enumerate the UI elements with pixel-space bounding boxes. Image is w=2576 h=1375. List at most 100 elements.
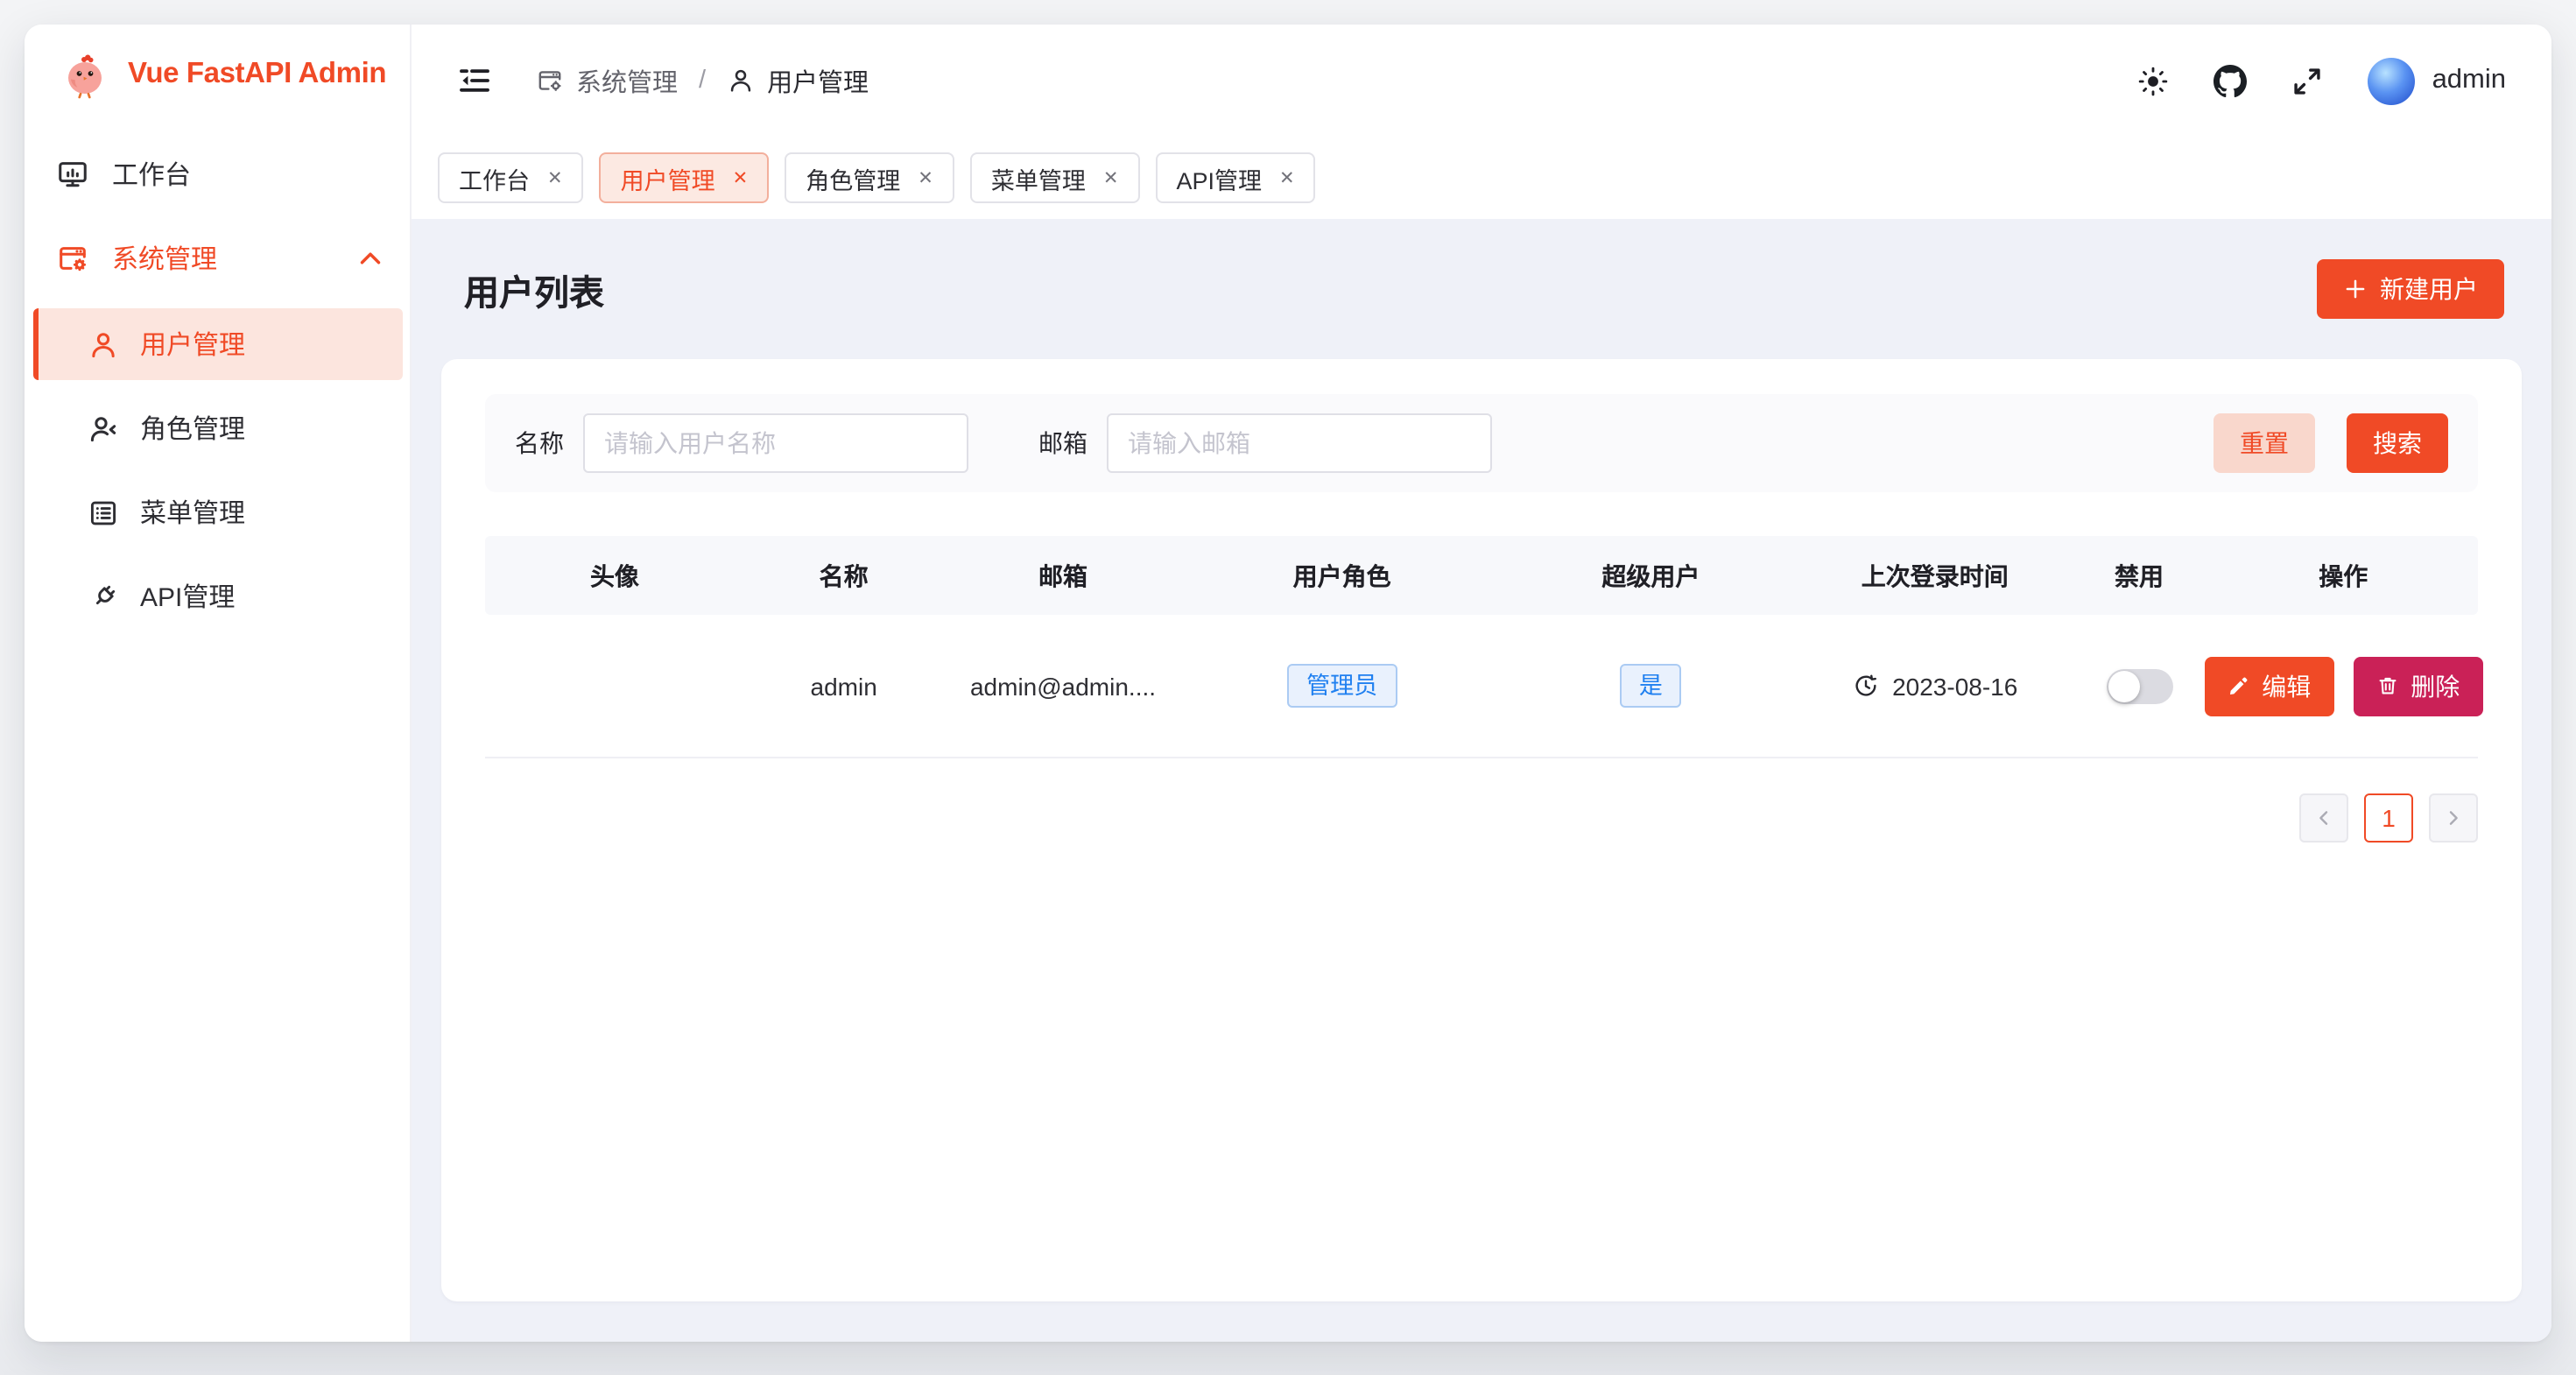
tab-label: API管理 — [1177, 160, 1263, 195]
page-number-1[interactable]: 1 — [2364, 793, 2413, 843]
sidebar-item-system[interactable]: 系统管理 — [25, 219, 410, 296]
name-label: 名称 — [515, 426, 564, 461]
breadcrumb-separator: / — [699, 67, 706, 95]
prev-page-button[interactable] — [2299, 793, 2348, 843]
username: admin — [2432, 65, 2506, 96]
app-window: Vue FastAPI Admin 工作台 — [25, 25, 2551, 1342]
sidebar-item-label: 系统管理 — [112, 239, 217, 276]
cell-last-login: 2023-08-16 — [1800, 672, 2069, 700]
sidebar-item-user-management[interactable]: 用户管理 — [33, 308, 403, 380]
top-actions: admin — [2136, 57, 2506, 104]
table-row: admin admin@admin.... 管理员 是 — [485, 615, 2478, 758]
tab-close-icon[interactable]: ✕ — [733, 167, 749, 188]
next-page-button[interactable] — [2429, 793, 2478, 843]
tab-label: 角色管理 — [806, 160, 900, 195]
app-title: Vue FastAPI Admin — [128, 57, 386, 90]
column-header-disabled: 禁用 — [2069, 558, 2208, 593]
sidebar: Vue FastAPI Admin 工作台 — [25, 25, 412, 1342]
reset-button-label: 重置 — [2240, 426, 2289, 461]
email-input[interactable] — [1107, 413, 1492, 473]
fullscreen-button[interactable] — [2291, 64, 2324, 97]
column-header-role: 用户角色 — [1183, 558, 1502, 593]
delete-button[interactable]: 删除 — [2353, 656, 2482, 716]
sidebar-item-label: 工作台 — [112, 155, 191, 192]
email-label: 邮箱 — [1038, 426, 1087, 461]
tab-close-icon[interactable]: ✕ — [547, 167, 563, 188]
app-logo[interactable]: Vue FastAPI Admin — [25, 25, 410, 100]
sidebar-menu: 工作台 系统管理 — [25, 135, 410, 632]
page-header: 用户列表 新建用户 — [441, 219, 2522, 359]
name-field-group: 名称 — [515, 413, 968, 473]
tab-workbench[interactable]: 工作台 ✕ — [438, 152, 584, 203]
tab-api-management[interactable]: API管理 ✕ — [1156, 152, 1316, 203]
list-icon — [88, 497, 119, 528]
chick-mascot-icon — [60, 47, 112, 100]
page-title: 用户列表 — [464, 264, 604, 314]
sidebar-item-workbench[interactable]: 工作台 — [25, 135, 410, 212]
breadcrumb-label: 系统管理 — [576, 62, 678, 99]
column-header-name: 名称 — [744, 558, 944, 593]
reset-button[interactable]: 重置 — [2214, 413, 2315, 473]
person-switch-icon — [88, 412, 119, 444]
column-header-email: 邮箱 — [943, 558, 1182, 593]
tab-close-icon[interactable]: ✕ — [918, 167, 933, 188]
github-link-button[interactable] — [2214, 64, 2247, 97]
sidebar-item-label: 角色管理 — [140, 410, 245, 447]
breadcrumb-label: 用户管理 — [767, 62, 869, 99]
tab-label: 用户管理 — [621, 160, 715, 195]
person-icon — [727, 67, 755, 95]
column-header-actions: 操作 — [2209, 558, 2478, 593]
github-icon — [2214, 64, 2247, 97]
sidebar-collapse-button[interactable] — [457, 63, 492, 98]
pagination: 1 — [485, 793, 2478, 843]
role-tag: 管理员 — [1287, 664, 1397, 709]
row-actions: 编辑 删除 — [2204, 656, 2482, 716]
column-header-avatar: 头像 — [485, 558, 744, 593]
tab-menu-management[interactable]: 菜单管理 ✕ — [970, 152, 1140, 203]
window-gear-icon — [56, 241, 89, 274]
disabled-toggle[interactable] — [2106, 668, 2172, 703]
tab-close-icon[interactable]: ✕ — [1103, 167, 1119, 188]
user-list-card: 名称 邮箱 重置 搜索 — [441, 359, 2522, 1301]
top-bar: 系统管理 / 用户管理 — [412, 25, 2551, 137]
breadcrumb-item-user[interactable]: 用户管理 — [727, 62, 869, 99]
email-field-group: 邮箱 — [1038, 413, 1492, 473]
trash-icon — [2375, 674, 2398, 697]
plug-icon — [88, 581, 119, 612]
column-header-superuser: 超级用户 — [1502, 558, 1800, 593]
person-icon — [88, 328, 119, 360]
tab-bar: 工作台 ✕ 用户管理 ✕ 角色管理 ✕ 菜单管理 ✕ API管理 ✕ — [412, 137, 2551, 219]
tab-user-management[interactable]: 用户管理 ✕ — [600, 152, 770, 203]
plus-icon — [2343, 277, 2368, 301]
new-user-button-label: 新建用户 — [2380, 271, 2478, 307]
tab-role-management[interactable]: 角色管理 ✕ — [785, 152, 954, 203]
edit-button[interactable]: 编辑 — [2204, 656, 2333, 716]
new-user-button[interactable]: 新建用户 — [2317, 259, 2504, 319]
sidebar-item-menu-management[interactable]: 菜单管理 — [33, 476, 403, 548]
table-header-row: 头像 名称 邮箱 用户角色 超级用户 上次登录时间 禁用 操作 — [485, 536, 2478, 615]
edit-button-label: 编辑 — [2262, 668, 2311, 703]
page-content: 用户列表 新建用户 名称 — [412, 219, 2551, 1342]
delete-button-label: 删除 — [2411, 668, 2460, 703]
sidebar-item-label: 用户管理 — [140, 326, 245, 363]
chevron-left-icon — [2313, 807, 2334, 829]
search-button-label: 搜索 — [2373, 426, 2422, 461]
theme-toggle-button[interactable] — [2136, 64, 2170, 97]
breadcrumb-item-system[interactable]: 系统管理 — [536, 62, 678, 99]
name-input[interactable] — [583, 413, 968, 473]
clock-history-icon — [1852, 673, 1878, 699]
chevron-up-icon — [354, 241, 387, 274]
search-bar: 名称 邮箱 重置 搜索 — [485, 394, 2478, 492]
user-menu[interactable]: admin — [2368, 57, 2506, 104]
last-login-value: 2023-08-16 — [1892, 672, 2017, 700]
main-area: 系统管理 / 用户管理 — [412, 25, 2551, 1342]
user-table: 头像 名称 邮箱 用户角色 超级用户 上次登录时间 禁用 操作 admin — [485, 536, 2478, 758]
sidebar-item-role-management[interactable]: 角色管理 — [33, 392, 403, 464]
cell-actions: 编辑 删除 — [2209, 656, 2478, 716]
sun-icon — [2136, 64, 2170, 97]
search-button[interactable]: 搜索 — [2347, 413, 2448, 473]
cell-name: admin — [744, 672, 944, 700]
tab-close-icon[interactable]: ✕ — [1279, 167, 1295, 188]
sidebar-item-api-management[interactable]: API管理 — [33, 561, 403, 632]
user-avatar — [2368, 57, 2415, 104]
